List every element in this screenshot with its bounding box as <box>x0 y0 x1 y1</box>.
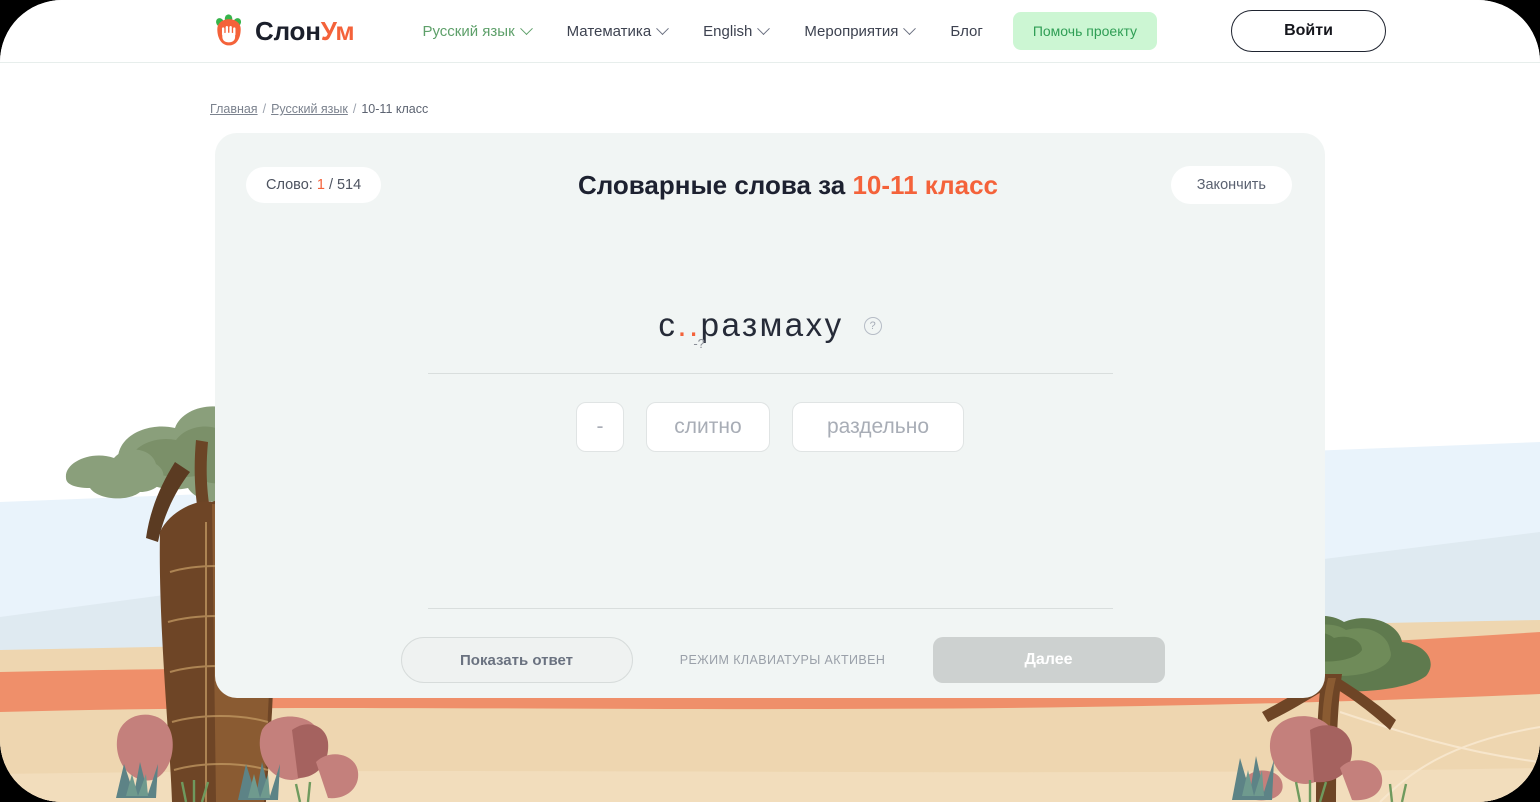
divider-top <box>427 373 1113 374</box>
exercise-card: Слово: 1 / 514 Словарные слова за 10-11 … <box>215 133 1325 698</box>
word-hint: -? <box>693 336 705 351</box>
word-gap: .. -? <box>677 306 705 351</box>
nav-item-label: Блог <box>950 22 983 40</box>
nav-item-label: Мероприятия <box>804 22 899 40</box>
word-counter-total: / 514 <box>328 177 362 193</box>
breadcrumb-subject-link[interactable]: Русский язык <box>271 102 348 116</box>
breadcrumb: Главная / Русский язык / 10-11 класс <box>210 102 1540 116</box>
nav-item-label: English <box>703 22 753 40</box>
word-text: с.. -? размаху <box>658 306 844 351</box>
nav-item-label: Математика <box>566 22 652 40</box>
logo-text: СлонУм <box>255 15 355 47</box>
logo[interactable]: СлонУм <box>211 13 355 49</box>
word-counter-current: 1 <box>316 177 325 193</box>
nav-item-events[interactable]: Мероприятия <box>804 21 917 40</box>
word-counter-prefix: Слово: <box>266 177 313 193</box>
show-answer-button[interactable]: Показать ответ <box>400 637 633 683</box>
word-counter-badge: Слово: 1 / 514 <box>246 167 382 203</box>
page-title: Словарные слова за 10-11 класс <box>405 170 1171 201</box>
keyboard-mode-status: Режим клавиатуры активен <box>679 653 886 667</box>
breadcrumb-home-link[interactable]: Главная <box>210 102 258 116</box>
nav-item-label: Русский язык <box>422 22 515 40</box>
option-button-razdelno[interactable]: раздельно <box>792 402 964 452</box>
main-nav: Русский язык Математика English Мероприя… <box>422 21 983 40</box>
page-root: СлонУм Русский язык Математика English М… <box>0 0 1540 802</box>
finish-button[interactable]: Закончить <box>1170 166 1292 204</box>
card-header: Слово: 1 / 514 Словарные слова за 10-11 … <box>215 133 1325 209</box>
answer-options: - слитно раздельно <box>215 402 1325 452</box>
option-button-slitno[interactable]: слитно <box>646 402 770 452</box>
page-title-grade: 10-11 класс <box>852 169 998 200</box>
nav-item-english[interactable]: English <box>703 21 771 40</box>
option-button-dash[interactable]: - <box>576 402 624 452</box>
chevron-down-icon <box>656 21 670 35</box>
card-footer: Показать ответ Режим клавиатуры активен … <box>215 637 1325 683</box>
logo-text-dark: Слон <box>255 15 321 46</box>
chevron-down-icon <box>757 21 771 35</box>
next-button[interactable]: Далее <box>932 637 1165 683</box>
logo-text-accent: Ум <box>320 15 355 46</box>
nav-item-russian[interactable]: Русский язык <box>422 21 533 40</box>
word-before: с <box>658 306 678 343</box>
chevron-down-icon <box>903 21 917 35</box>
nav-item-math[interactable]: Математика <box>566 21 670 40</box>
breadcrumb-separator: / <box>352 102 357 116</box>
login-button[interactable]: Войти <box>1231 10 1386 52</box>
word-after: размаху <box>700 306 844 343</box>
question-circle-icon[interactable]: ? <box>863 317 882 335</box>
breadcrumb-current: 10-11 класс <box>361 102 429 116</box>
word-display: с.. -? размаху ? <box>215 295 1325 355</box>
page-title-main: Словарные слова за <box>577 169 846 200</box>
site-header: СлонУм Русский язык Математика English М… <box>0 0 1540 63</box>
breadcrumb-separator: / <box>262 102 267 116</box>
elephant-hand-logo-icon <box>216 14 242 46</box>
nav-item-blog[interactable]: Блог <box>950 23 982 40</box>
chevron-down-icon <box>519 21 533 35</box>
help-project-button[interactable]: Помочь проекту <box>1012 12 1158 50</box>
divider-bottom <box>427 608 1113 609</box>
